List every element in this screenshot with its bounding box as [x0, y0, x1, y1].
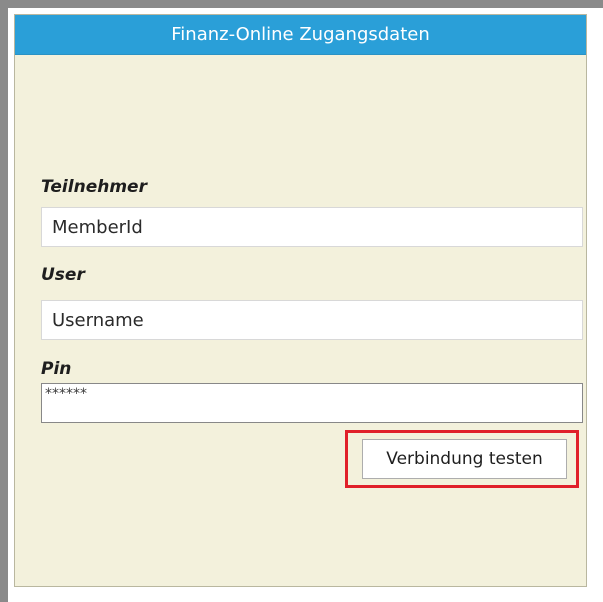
user-input[interactable]: Username — [41, 300, 583, 340]
pin-input[interactable]: ****** — [41, 383, 583, 423]
user-label: User — [41, 265, 85, 285]
teilnehmer-label: Teilnehmer — [41, 177, 147, 197]
teilnehmer-input[interactable]: MemberId — [41, 207, 583, 247]
verbindung-testen-button[interactable]: Verbindung testen — [362, 439, 567, 479]
window-top-border — [0, 0, 603, 8]
window-left-border — [0, 0, 8, 602]
panel-title: Finanz-Online Zugangsdaten — [15, 15, 586, 55]
zugangsdaten-panel: Finanz-Online Zugangsdaten Teilnehmer Me… — [14, 14, 587, 587]
pin-label: Pin — [41, 359, 72, 379]
screen: Finanz-Online Zugangsdaten Teilnehmer Me… — [0, 0, 603, 602]
